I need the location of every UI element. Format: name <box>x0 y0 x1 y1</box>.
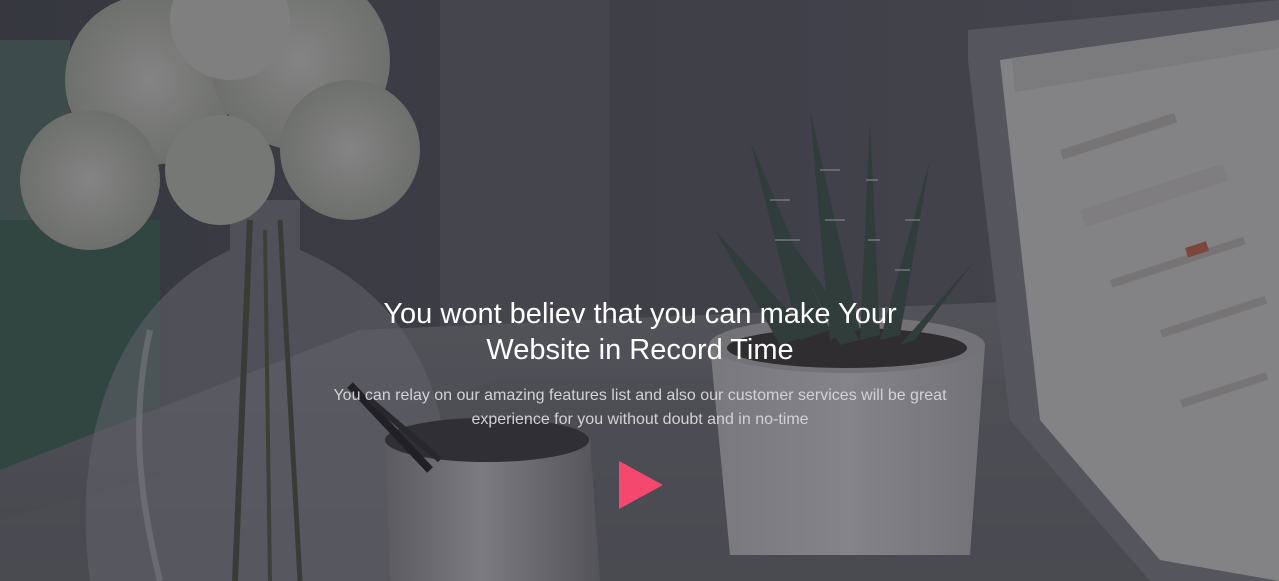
hero-content: You wont believ that you can make Your W… <box>0 0 1279 581</box>
play-video-button[interactable] <box>612 456 670 514</box>
hero-section: You wont believ that you can make Your W… <box>0 0 1279 581</box>
hero-subtitle: You can relay on our amazing features li… <box>333 387 947 428</box>
hero-title: You wont believ that you can make Your W… <box>383 298 897 366</box>
play-icon <box>619 461 663 509</box>
